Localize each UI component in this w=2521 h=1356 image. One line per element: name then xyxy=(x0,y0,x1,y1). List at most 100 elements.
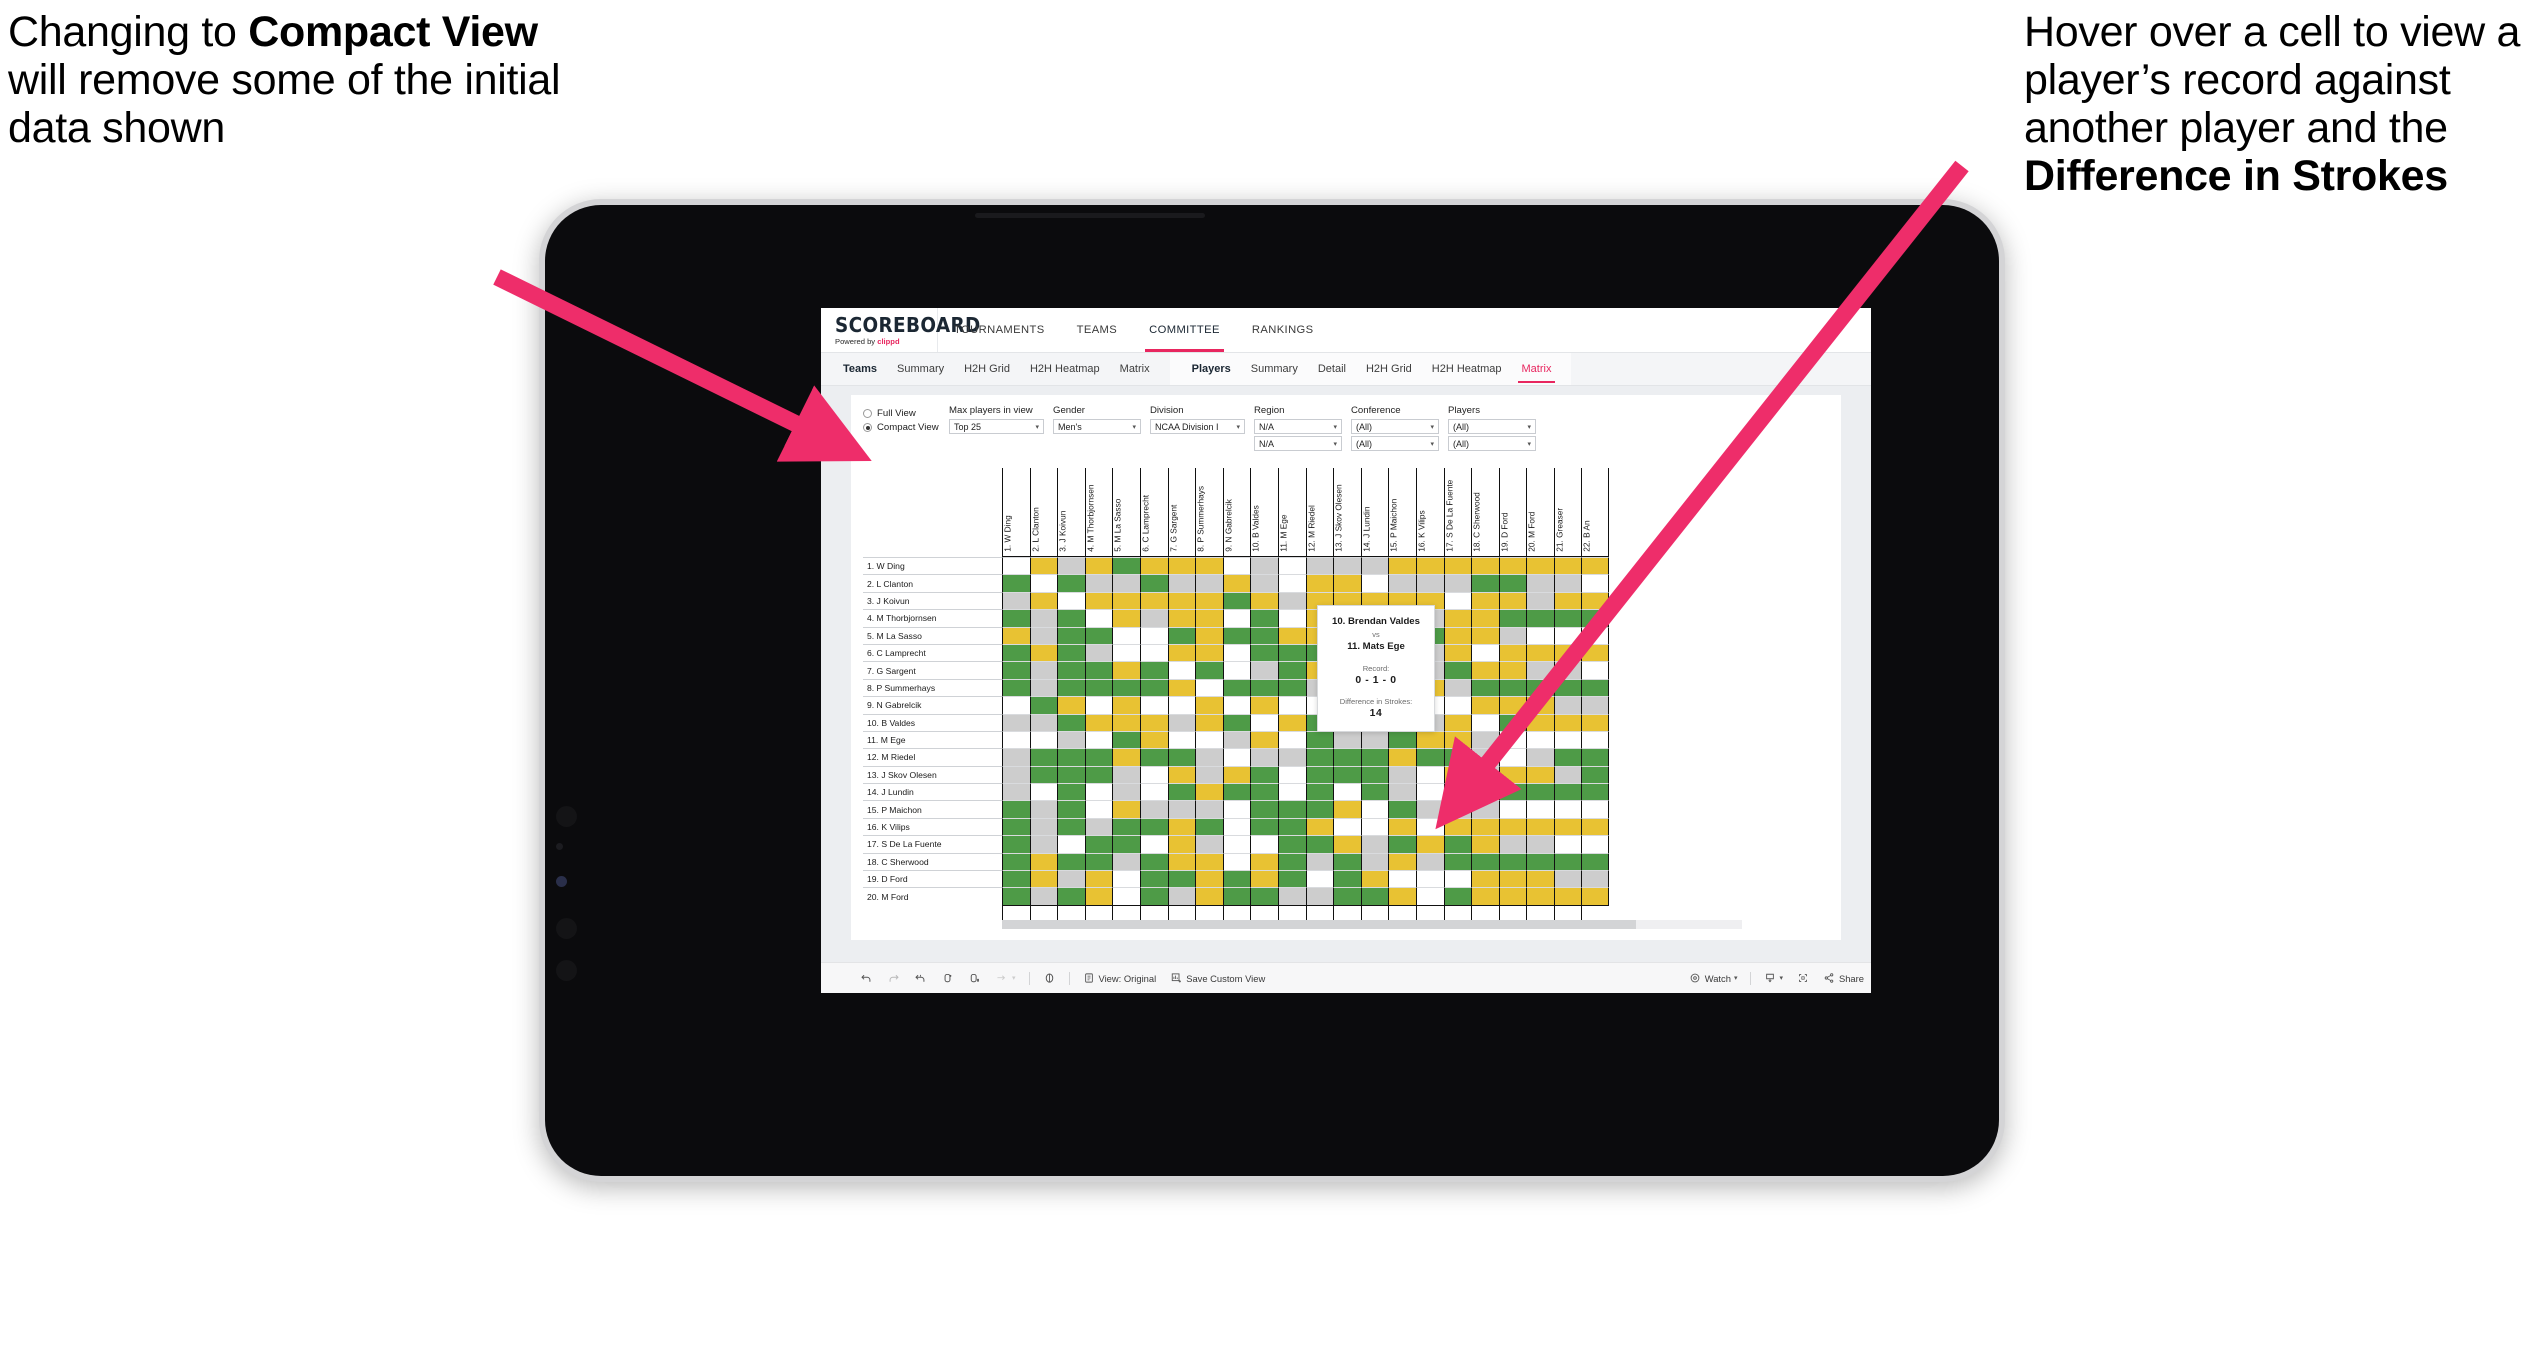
matrix-cell[interactable] xyxy=(1471,713,1499,731)
matrix-cell[interactable] xyxy=(1471,870,1499,888)
matrix-cell[interactable] xyxy=(1498,800,1527,818)
matrix-cell[interactable] xyxy=(1498,887,1527,905)
matrix-cell[interactable] xyxy=(1415,730,1444,749)
matrix-cell[interactable] xyxy=(1360,870,1389,888)
tab-players[interactable]: Players xyxy=(1182,353,1241,385)
matrix-cell[interactable] xyxy=(1471,696,1499,714)
matrix-cell[interactable] xyxy=(1415,748,1444,766)
matrix-row-label[interactable]: 18. C Sherwood xyxy=(863,852,1002,871)
matrix-cell[interactable] xyxy=(1195,748,1223,766)
matrix-cell[interactable] xyxy=(1305,887,1334,905)
matrix-cell[interactable] xyxy=(1360,783,1389,801)
matrix-cell[interactable] xyxy=(1139,887,1168,905)
filter-select[interactable]: Top 25 ▾ xyxy=(949,419,1044,434)
matrix-cell[interactable] xyxy=(1139,730,1168,749)
matrix-cell[interactable] xyxy=(1581,835,1610,853)
matrix-cell[interactable] xyxy=(1112,609,1140,627)
matrix-row-label[interactable]: 7. G Sargent xyxy=(863,661,1002,679)
matrix-row-label[interactable]: 5. M La Sasso xyxy=(863,626,1002,644)
matrix-cell[interactable] xyxy=(1057,574,1085,592)
filter-select[interactable]: (All) ▾ xyxy=(1448,419,1536,434)
matrix-cell[interactable] xyxy=(1498,817,1527,836)
matrix-cell[interactable] xyxy=(1471,835,1499,853)
matrix-cell[interactable] xyxy=(1222,678,1251,697)
matrix-cell[interactable] xyxy=(1360,748,1389,766)
matrix-cell[interactable] xyxy=(1277,574,1306,592)
matrix-row-label[interactable]: 12. M Riedel xyxy=(863,748,1002,766)
matrix-cell[interactable] xyxy=(1415,800,1444,818)
matrix-cell[interactable] xyxy=(1553,643,1582,662)
matrix-row-label[interactable]: 6. C Lamprecht xyxy=(863,643,1002,662)
matrix-cell[interactable] xyxy=(1057,887,1085,905)
matrix-cell[interactable] xyxy=(1002,852,1030,871)
matrix-cell[interactable] xyxy=(1581,626,1610,644)
matrix-cell[interactable] xyxy=(1250,887,1278,905)
filter-select[interactable]: N/A ▾ xyxy=(1254,419,1342,434)
matrix-cell[interactable] xyxy=(1112,730,1140,749)
matrix-cell[interactable] xyxy=(1333,748,1361,766)
matrix-cell[interactable] xyxy=(1222,748,1251,766)
matrix-cell[interactable] xyxy=(1526,643,1554,662)
matrix-cell[interactable] xyxy=(1057,678,1085,697)
matrix-cell[interactable] xyxy=(1002,887,1030,905)
matrix-cell[interactable] xyxy=(1388,800,1416,818)
matrix-cell[interactable] xyxy=(1471,765,1499,784)
matrix-row-label[interactable]: 8. P Summerhays xyxy=(863,678,1002,697)
matrix-cell[interactable] xyxy=(1333,817,1361,836)
matrix-cell[interactable] xyxy=(1084,574,1113,592)
matrix-cell[interactable] xyxy=(1167,730,1196,749)
matrix-cell[interactable] xyxy=(1250,748,1278,766)
matrix-cell[interactable] xyxy=(1526,574,1554,592)
matrix-cell[interactable] xyxy=(1498,557,1527,575)
matrix-cell[interactable] xyxy=(1305,783,1334,801)
matrix-cell[interactable] xyxy=(1250,678,1278,697)
matrix-cell[interactable] xyxy=(1471,609,1499,627)
matrix-cell[interactable] xyxy=(1526,696,1554,714)
matrix-cell[interactable] xyxy=(1277,643,1306,662)
matrix-cell[interactable] xyxy=(1250,800,1278,818)
matrix-cell[interactable] xyxy=(1526,817,1554,836)
matrix-cell[interactable] xyxy=(1553,591,1582,610)
matrix-cell[interactable] xyxy=(1002,557,1030,575)
matrix-row-label[interactable]: 9. N Gabrelcik xyxy=(863,696,1002,714)
matrix-col-header[interactable]: 6. C Lamprecht xyxy=(1139,468,1168,556)
matrix-cell[interactable] xyxy=(1167,713,1196,731)
matrix-cell[interactable] xyxy=(1553,887,1582,905)
matrix-cell[interactable] xyxy=(1388,765,1416,784)
matrix-cell[interactable] xyxy=(1333,800,1361,818)
redo-button[interactable] xyxy=(880,963,907,993)
matrix-cell[interactable] xyxy=(1471,748,1499,766)
matrix-col-header[interactable]: 1. W Ding xyxy=(1002,468,1030,556)
logo[interactable]: SCOREBOARD Powered by clippd xyxy=(821,308,980,352)
matrix-cell[interactable] xyxy=(1471,643,1499,662)
matrix-cell[interactable] xyxy=(1250,817,1278,836)
filter-select[interactable]: (All) ▾ xyxy=(1351,419,1439,434)
matrix-cell[interactable] xyxy=(1057,626,1085,644)
matrix-cell[interactable] xyxy=(1498,574,1527,592)
matrix-cell[interactable] xyxy=(1222,661,1251,679)
matrix-cell[interactable] xyxy=(1553,870,1582,888)
matrix-cell[interactable] xyxy=(1553,609,1582,627)
matrix-cell[interactable] xyxy=(1112,887,1140,905)
matrix-cell[interactable] xyxy=(1139,817,1168,836)
matrix-cell[interactable] xyxy=(1084,713,1113,731)
matrix-cell[interactable] xyxy=(1002,643,1030,662)
matrix-cell[interactable] xyxy=(1553,748,1582,766)
matrix-cell[interactable] xyxy=(1360,730,1389,749)
chevron-down-icon[interactable]: ▾ xyxy=(1333,440,1337,448)
matrix-cell[interactable] xyxy=(1112,678,1140,697)
matrix-cell[interactable] xyxy=(1195,661,1223,679)
matrix-cell[interactable] xyxy=(1581,713,1610,731)
matrix-cell[interactable] xyxy=(1222,852,1251,871)
matrix-cell[interactable] xyxy=(1388,870,1416,888)
matrix-col-header[interactable]: 18. C Sherwood xyxy=(1471,468,1499,556)
matrix-cell[interactable] xyxy=(1471,730,1499,749)
share-button[interactable]: Share xyxy=(1816,963,1871,993)
matrix-cell[interactable] xyxy=(1029,574,1058,592)
matrix-cell[interactable] xyxy=(1498,730,1527,749)
scrollbar-thumb[interactable] xyxy=(1002,920,1636,929)
matrix-cell[interactable] xyxy=(1277,783,1306,801)
matrix-cell[interactable] xyxy=(1084,661,1113,679)
matrix-cell[interactable] xyxy=(1002,696,1030,714)
matrix-cell[interactable] xyxy=(1029,748,1058,766)
